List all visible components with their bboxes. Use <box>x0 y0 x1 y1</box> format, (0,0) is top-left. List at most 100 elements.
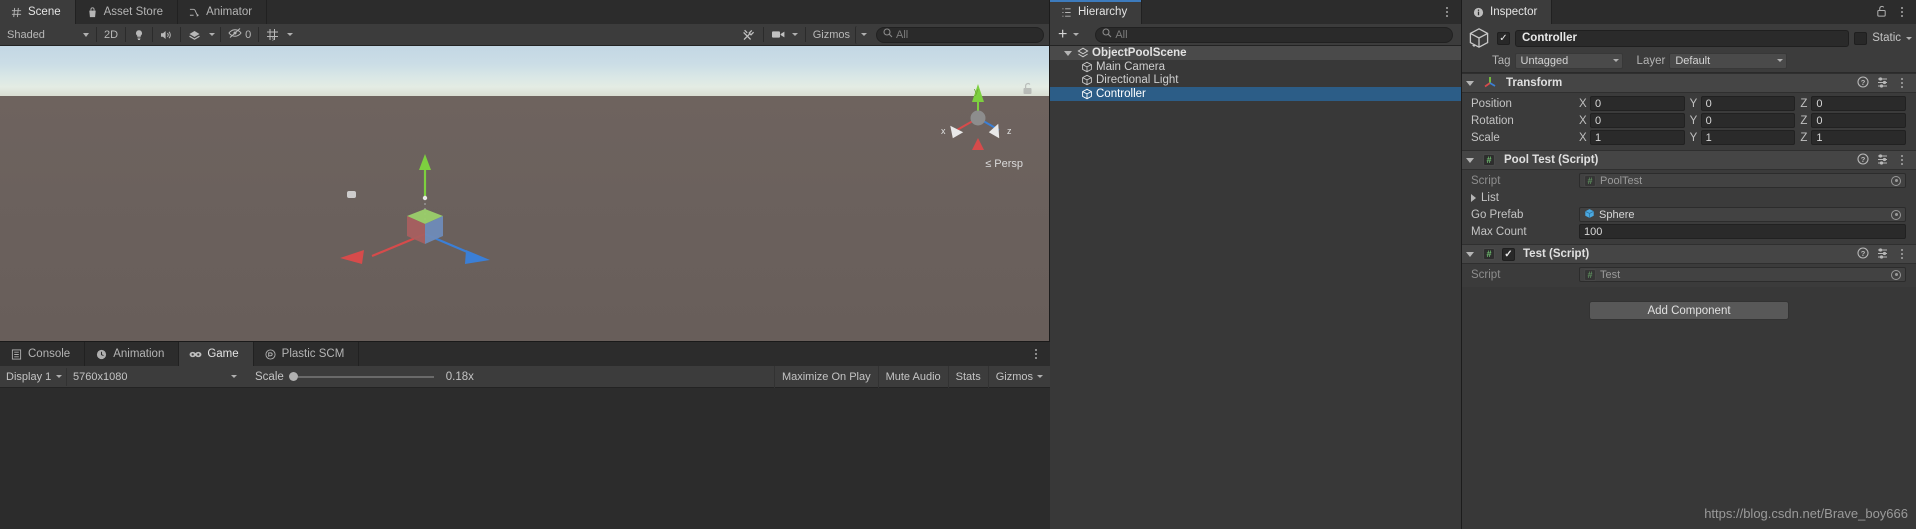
scale-slider-knob[interactable] <box>288 372 298 381</box>
component-more-options-icon[interactable] <box>1896 155 1908 165</box>
scale-control[interactable]: Scale 0.18x <box>255 371 474 383</box>
component-more-options-icon[interactable] <box>1896 249 1908 259</box>
help-circle-icon[interactable]: ? <box>1857 75 1869 91</box>
hierarchy-item-directional-light[interactable]: Directional Light <box>1050 74 1461 88</box>
scale-slider-track[interactable] <box>297 375 434 378</box>
script-object-field[interactable]: # Test <box>1579 267 1906 282</box>
layer-dropdown[interactable]: Default <box>1669 52 1788 69</box>
rotation-x-input[interactable]: 0 <box>1590 113 1685 128</box>
gizmos-toggle[interactable]: Gizmos <box>808 26 855 44</box>
bottom-panel-more-options-icon[interactable] <box>1030 349 1042 359</box>
projection-mode-label[interactable]: ≤ Persp <box>985 158 1023 170</box>
help-circle-icon[interactable]: ? <box>1857 246 1869 262</box>
game-gizmos-toggle[interactable]: Gizmos <box>987 365 1050 388</box>
position-z[interactable]: Z0 <box>1800 96 1907 111</box>
scale-y-input[interactable]: 1 <box>1700 130 1796 145</box>
pool-test-list-row[interactable]: List <box>1462 189 1916 206</box>
help-circle-icon[interactable]: ? <box>1857 152 1869 168</box>
hierarchy-search-input[interactable]: All <box>1095 26 1453 43</box>
position-x-input[interactable]: 0 <box>1590 96 1685 111</box>
rotation-y-input[interactable]: 0 <box>1700 113 1796 128</box>
component-header-test[interactable]: # ✓ Test (Script) ? <box>1462 244 1916 264</box>
hierarchy-item-scene[interactable]: ObjectPoolScene <box>1050 46 1461 60</box>
toggle-2d-button[interactable]: 2D <box>99 26 123 44</box>
tools-wrench-icon[interactable] <box>737 26 761 44</box>
foldout-triangle-icon[interactable] <box>1471 193 1476 202</box>
transform-move-gizmo[interactable] <box>332 154 512 269</box>
preset-sliders-icon[interactable] <box>1876 76 1889 91</box>
object-picker-icon[interactable] <box>1891 269 1901 280</box>
display-dropdown[interactable]: Display 1 <box>0 368 66 386</box>
component-more-options-icon[interactable] <box>1896 78 1908 88</box>
tab-hierarchy[interactable]: Hierarchy <box>1050 0 1143 24</box>
component-enabled-checkbox[interactable]: ✓ <box>1502 247 1515 261</box>
rotation-x[interactable]: X0 <box>1579 113 1685 128</box>
scale-y[interactable]: Y1 <box>1690 130 1796 145</box>
shading-mode-dropdown[interactable]: Shaded <box>2 26 94 44</box>
go-prefab-object-field[interactable]: Sphere <box>1579 207 1906 222</box>
stats-toggle[interactable]: Stats <box>947 365 988 388</box>
tab-animator[interactable]: Animator <box>178 0 268 24</box>
position-z-input[interactable]: 0 <box>1811 96 1907 111</box>
position-y[interactable]: Y0 <box>1690 96 1796 111</box>
resolution-dropdown[interactable]: 5760x1080 <box>66 367 241 386</box>
scale-z-input[interactable]: 1 <box>1811 130 1907 145</box>
scene-camera-icon[interactable] <box>766 26 803 44</box>
mute-audio-toggle[interactable]: Mute Audio <box>877 365 948 388</box>
hierarchy-item-controller[interactable]: Controller <box>1050 87 1461 101</box>
foldout-triangle-icon[interactable] <box>1466 251 1474 257</box>
fx-dropdown[interactable] <box>206 26 218 44</box>
foldout-triangle-icon[interactable] <box>1466 157 1474 163</box>
tag-dropdown[interactable]: Untagged <box>1514 52 1623 69</box>
scale-slider[interactable] <box>288 372 434 381</box>
scene-viewport[interactable]: y x z ≤ Persp <box>0 46 1049 341</box>
tab-plastic-scm[interactable]: Plastic SCM <box>254 342 360 366</box>
tab-game[interactable]: Game <box>179 342 254 366</box>
foldout-triangle-icon[interactable] <box>1466 80 1474 86</box>
component-header-transform[interactable]: Transform ? <box>1462 73 1916 93</box>
rotation-z-input[interactable]: 0 <box>1811 113 1907 128</box>
tab-inspector[interactable]: Inspector <box>1462 0 1553 24</box>
object-picker-icon[interactable] <box>1891 209 1901 220</box>
foldout-triangle-icon[interactable] <box>1064 50 1072 56</box>
tab-scene[interactable]: Scene <box>0 0 76 24</box>
hierarchy-item-main-camera[interactable]: Main Camera <box>1050 60 1461 74</box>
position-x[interactable]: X0 <box>1579 96 1685 111</box>
fx-cloud-icon[interactable] <box>183 26 206 44</box>
tab-animation[interactable]: Animation <box>85 342 180 366</box>
script-object-field[interactable]: # PoolTest <box>1579 173 1906 188</box>
tab-asset-store[interactable]: Asset Store <box>76 0 179 24</box>
grid-snap-icon[interactable]: y <box>261 26 284 44</box>
tab-console[interactable]: Console <box>0 342 86 366</box>
position-y-input[interactable]: 0 <box>1700 96 1796 111</box>
view-orientation-gizmo[interactable]: y x z <box>939 82 1017 156</box>
scale-z[interactable]: Z1 <box>1800 130 1907 145</box>
grid-dropdown[interactable] <box>284 26 296 44</box>
component-header-pool-test[interactable]: # Pool Test (Script) ? <box>1462 150 1916 170</box>
chevron-down-icon[interactable] <box>1906 36 1912 40</box>
hierarchy-more-options-icon[interactable] <box>1441 7 1453 17</box>
add-gameobject-button[interactable]: + <box>1052 26 1083 44</box>
scene-search-input[interactable]: All <box>876 26 1044 43</box>
rotation-y[interactable]: Y0 <box>1690 113 1796 128</box>
preset-sliders-icon[interactable] <box>1876 153 1889 168</box>
scale-x[interactable]: X1 <box>1579 130 1685 145</box>
hierarchy-tree[interactable]: ObjectPoolScene Main Camera Directional … <box>1050 46 1461 529</box>
scale-x-input[interactable]: 1 <box>1590 130 1685 145</box>
inspector-more-options-icon[interactable] <box>1896 7 1908 17</box>
add-component-button[interactable]: Add Component <box>1589 301 1789 320</box>
lock-open-icon[interactable] <box>1876 5 1887 20</box>
max-count-input[interactable]: 100 <box>1579 224 1906 239</box>
static-checkbox[interactable] <box>1854 31 1868 45</box>
preset-sliders-icon[interactable] <box>1876 247 1889 262</box>
game-view-render-area[interactable] <box>0 388 1050 529</box>
rotation-z[interactable]: Z0 <box>1800 113 1907 128</box>
gameobject-enabled-checkbox[interactable]: ✓ <box>1497 31 1510 45</box>
gameobject-name-input[interactable]: Controller <box>1515 29 1850 47</box>
hidden-objects-toggle[interactable]: 0 <box>223 26 256 44</box>
object-picker-icon[interactable] <box>1891 175 1901 186</box>
lightbulb-icon[interactable] <box>128 26 150 44</box>
maximize-on-play-toggle[interactable]: Maximize On Play <box>773 365 878 388</box>
gizmos-dropdown[interactable] <box>855 25 872 44</box>
lock-open-icon[interactable] <box>1022 82 1033 98</box>
